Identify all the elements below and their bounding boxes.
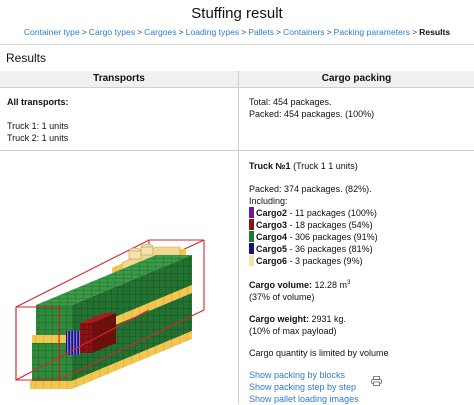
all-transports-title: All transports: (7, 97, 69, 107)
show-packing-by-blocks-link[interactable]: Show packing by blocks (249, 369, 389, 381)
breadcrumb-separator: > (178, 27, 184, 37)
cargo-volume: Cargo volume: 12.28 m3 (249, 277, 389, 291)
cargo6-swatch (249, 255, 254, 266)
breadcrumb-separator: > (276, 27, 282, 37)
packed-packages: Packed: 454 packages. (100%) (249, 109, 375, 119)
breadcrumb-item-cargo-types[interactable]: Cargo types (89, 27, 135, 37)
breadcrumb-separator: > (326, 27, 332, 37)
cargo-row-cargo3: Cargo3 - 18 packages (54%) (249, 219, 389, 231)
cargo-name: Cargo6 (256, 256, 288, 266)
truck-details: Truck №1 (Truck 1 1 units) Packed: 374 p… (249, 160, 389, 405)
results-table: Transports Cargo packing All transports:… (0, 71, 474, 404)
cargo-weight: Cargo weight: 2931 kg. (249, 313, 389, 325)
including-label: Including: (249, 196, 288, 206)
cargo3-swatch (249, 219, 254, 230)
breadcrumb: Container type > Cargo types > Cargoes > Loadi… (0, 27, 474, 37)
cargo-name: Cargo5 (256, 244, 288, 254)
show-packing-step-by-step-link[interactable]: Show packing step by step (249, 381, 389, 393)
row-divider (0, 150, 474, 151)
breadcrumb-item-cargoes[interactable]: Cargoes (144, 27, 176, 37)
cargo5-swatch (249, 243, 254, 254)
breadcrumb-item-packing-parameters[interactable]: Packing parameters (334, 27, 410, 37)
cargo-name: Cargo3 (256, 220, 288, 230)
cargo-volume-label: Cargo volume: (249, 280, 313, 290)
breadcrumb-item-pallets[interactable]: Pallets (248, 27, 274, 37)
cargo-weight-value: 2931 kg. (311, 314, 347, 324)
cargo-volume-pct: (37% of volume) (249, 292, 315, 302)
truck-packing-image (15, 239, 205, 389)
column-divider (238, 87, 239, 404)
header-divider (0, 44, 474, 45)
cargo-detail: - 11 packages (100%) (289, 208, 377, 218)
total-packages: Total: 454 packages. (249, 97, 332, 107)
cargo-row-cargo6: Cargo6 - 3 packages (9%) (249, 255, 389, 267)
upper-block-front (36, 305, 72, 335)
cargo-volume-unit-sup: 3 (347, 280, 351, 286)
cargo-row-cargo5: Cargo5 - 36 packages (81%) (249, 243, 389, 255)
cargo-detail: - 36 packages (81%) (289, 244, 373, 254)
column-header-cargo-packing: Cargo packing (239, 71, 474, 88)
breadcrumb-separator: > (81, 27, 87, 37)
breadcrumb-separator: > (137, 27, 143, 37)
show-pallet-loading-images-link[interactable]: Show pallet loading images (249, 393, 389, 405)
cargo-detail: - 306 packages (91%) (289, 232, 378, 242)
breadcrumb-separator: > (241, 27, 247, 37)
breadcrumb-item-container-type[interactable]: Container type (24, 27, 80, 37)
truck-title: Truck №1 (249, 161, 291, 171)
cargo-row-cargo4: Cargo4 - 306 packages (91%) (249, 231, 389, 243)
cargo-row-cargo2: Cargo2 - 11 packages (100%) (249, 207, 389, 219)
breadcrumb-separator: > (412, 27, 418, 37)
summary-cargo-cell: Total: 454 packages. Packed: 454 package… (249, 96, 374, 120)
cargo-detail: - 18 packages (54%) (289, 220, 373, 230)
truck-packed: Packed: 374 packages. (82%). (249, 184, 372, 194)
page-title: Stuffing result (191, 5, 283, 22)
section-title: Results (6, 51, 47, 65)
cargo-detail: - 3 packages (9%) (289, 256, 363, 266)
all-transports-cell: All transports: Truck 1: 1 units Truck 2… (7, 96, 69, 144)
cargo-weight-label: Cargo weight: (249, 314, 309, 324)
transport-line: Truck 2: 1 units (7, 133, 69, 143)
limit-note: Cargo quantity is limited by volume (249, 348, 389, 358)
cargo4-swatch (249, 231, 254, 242)
cargo5-block (66, 331, 80, 355)
breadcrumb-current: Results (419, 27, 451, 37)
cargo3-block (80, 323, 92, 353)
cargo2-swatch (249, 207, 254, 218)
cargo-name: Cargo2 (256, 208, 288, 218)
cargo-weight-pct: (10% of max payload) (249, 326, 337, 336)
transport-line: Truck 1: 1 units (7, 121, 69, 131)
cargo-name: Cargo4 (256, 232, 288, 242)
breadcrumb-item-loading-types[interactable]: Loading types (186, 27, 240, 37)
truck-heading: Truck №1 (Truck 1 1 units) (249, 160, 389, 172)
cargo-volume-value: 12.28 m (314, 280, 348, 290)
print-icon[interactable] (371, 376, 382, 386)
truck-title-suffix: (Truck 1 1 units) (293, 161, 358, 171)
breadcrumb-item-containers[interactable]: Containers (283, 27, 325, 37)
column-header-transports: Transports (0, 71, 239, 88)
